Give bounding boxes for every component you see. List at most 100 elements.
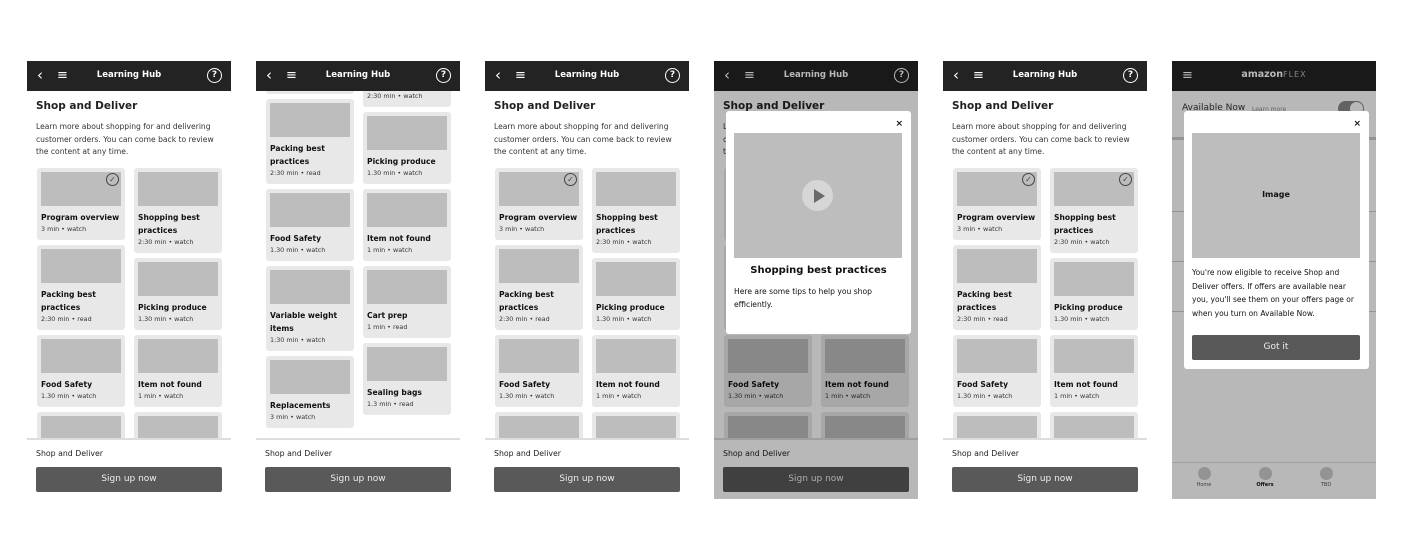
lesson-meta: 1.30 min • watch bbox=[957, 392, 1013, 400]
lesson-card[interactable]: Cart prep1 min • read bbox=[363, 266, 451, 338]
lesson-card[interactable]: Packing best practices 2:30 min • read bbox=[266, 99, 354, 184]
lesson-title: Picking produce bbox=[367, 157, 436, 166]
eligibility-modal: × Image You're now eligible to receive Sho… bbox=[1184, 111, 1369, 369]
footer-label: Shop and Deliver bbox=[494, 449, 561, 458]
lesson-card[interactable]: Variable weight items1:30 min • watch bbox=[37, 412, 125, 438]
lesson-title: Packing best practices bbox=[270, 144, 325, 166]
lesson-thumbnail bbox=[270, 270, 350, 304]
help-icon[interactable]: ? bbox=[665, 68, 680, 83]
lesson-meta: 3 min • watch bbox=[957, 225, 1003, 233]
lesson-title: Shopping best practices bbox=[596, 213, 658, 235]
lesson-card[interactable]: ✓ Program overview 3 min • watch bbox=[37, 168, 125, 240]
sign-up-button[interactable]: Sign up now bbox=[494, 467, 680, 492]
header-title: Learning Hub bbox=[96, 70, 162, 80]
lesson-card[interactable]: Packing best practices 2:30 min • read bbox=[37, 245, 125, 330]
lesson-title: Packing best practices bbox=[41, 290, 96, 312]
modal-text: Here are some tips to help you shop effi… bbox=[734, 287, 872, 309]
content-viewport[interactable]: Shop and DeliverLearn more about shoppin… bbox=[943, 91, 1147, 438]
lesson-card[interactable]: Food Safety 1.30 min • watch bbox=[37, 335, 125, 407]
lesson-card[interactable]: Packing best practices 2:30 min • read bbox=[495, 245, 583, 330]
help-icon[interactable]: ? bbox=[1123, 68, 1138, 83]
app-header: ‹ ≡ Learning Hub? bbox=[256, 61, 460, 91]
lesson-thumbnail bbox=[138, 262, 218, 296]
lesson-card[interactable]: ✓ Program overview 3 min • watch bbox=[495, 168, 583, 240]
lesson-title: Food Safety bbox=[499, 380, 551, 389]
content-viewport[interactable]: Shop and DeliverLearn more about shoppin… bbox=[256, 91, 460, 438]
lesson-card[interactable]: Sealing bags 1.3 min • read bbox=[363, 343, 451, 415]
section-description: Learn more about shopping for and delive… bbox=[952, 122, 1130, 156]
app-header: ‹ ≡ Learning Hub? bbox=[943, 61, 1147, 91]
play-icon[interactable] bbox=[802, 180, 833, 211]
lesson-card[interactable]: Food Safety 1.30 min • watch bbox=[266, 189, 354, 261]
sign-up-button[interactable]: Sign up now bbox=[265, 467, 451, 492]
lesson-card[interactable]: Cart prep1 min • read bbox=[592, 412, 680, 438]
lesson-thumbnail bbox=[957, 249, 1037, 283]
sign-up-button[interactable]: Sign up now bbox=[952, 467, 1138, 492]
lesson-meta: 1.30 min • watch bbox=[596, 315, 652, 323]
lesson-card[interactable]: Picking produce 1.30 min • watch bbox=[363, 112, 451, 184]
lesson-card[interactable]: Shopping best practices2:30 min • watch bbox=[592, 168, 680, 253]
lesson-title: Shopping best practices bbox=[1054, 213, 1116, 235]
video-player[interactable] bbox=[734, 133, 902, 258]
phone-screen-4: ‹≡Learning Hub?Shop and DeliverLearn mor… bbox=[714, 61, 918, 499]
help-icon[interactable]: ? bbox=[436, 68, 451, 83]
phone-screen-5: ‹ ≡ Learning Hub? Shop and Deliver Learn mor… bbox=[943, 61, 1147, 499]
lesson-meta: 1 min • read bbox=[367, 323, 408, 331]
lesson-meta: 1 min • watch bbox=[138, 392, 184, 400]
got-it-button[interactable]: Got it bbox=[1192, 335, 1360, 360]
modal-text: You're now eligible to receive Shop and … bbox=[1192, 268, 1354, 318]
lesson-title: Food Safety bbox=[270, 234, 322, 243]
lesson-card[interactable]: Variable weight items1:30 min • watch bbox=[953, 412, 1041, 438]
lesson-title: Shopping best practices bbox=[138, 213, 200, 235]
phone-screen-1: ‹ ≡ Learning Hub? Shop and Deliver Learn mor… bbox=[27, 61, 231, 499]
lesson-card[interactable]: Variable weight items1:30 min • watch bbox=[266, 266, 354, 351]
lesson-meta: 2:30 min • read bbox=[270, 169, 321, 177]
lesson-card[interactable]: Picking produce 1.30 min • watch bbox=[1050, 258, 1138, 330]
video-modal: × Shopping best practices Here are some ti… bbox=[726, 111, 911, 334]
lesson-thumbnail bbox=[41, 416, 121, 438]
lesson-meta: 1 min • watch bbox=[596, 392, 642, 400]
lesson-card[interactable]: Cart prep1 min • read bbox=[134, 412, 222, 438]
footer-label: Shop and Deliver bbox=[952, 449, 1019, 458]
lesson-meta: 1.30 min • watch bbox=[270, 246, 326, 254]
lesson-card[interactable]: Program overview3 min • watch bbox=[266, 91, 354, 94]
lesson-card[interactable]: Picking produce 1.30 min • watch bbox=[134, 258, 222, 330]
section-heading: Shop and Deliver bbox=[494, 100, 596, 112]
footer-label: Shop and Deliver bbox=[265, 449, 332, 458]
lesson-meta: 3 min • watch bbox=[499, 225, 545, 233]
lesson-title: Item not found bbox=[367, 234, 431, 243]
sign-up-button[interactable]: Sign up now bbox=[36, 467, 222, 492]
section-description: Learn more about shopping for and delive… bbox=[494, 122, 672, 156]
lesson-thumbnail bbox=[957, 339, 1037, 373]
lesson-card[interactable]: Item not found 1 min • watch bbox=[363, 189, 451, 261]
close-icon[interactable]: × bbox=[1353, 119, 1361, 129]
lesson-card[interactable]: Food Safety 1.30 min • watch bbox=[953, 335, 1041, 407]
lesson-card[interactable]: Packing best practices 2:30 min • read bbox=[953, 245, 1041, 330]
content-viewport[interactable]: Shop and Deliver Learn more about shoppin… bbox=[485, 91, 689, 438]
content-viewport[interactable]: Shop and DeliverLearn more about shoppin… bbox=[27, 91, 231, 438]
lesson-thumbnail bbox=[270, 193, 350, 227]
phone-screen-6: ≡ amazonFLEX Available Now Learn more Home Of… bbox=[1172, 61, 1376, 499]
lesson-card[interactable]: Shopping best practices2:30 min • watch bbox=[134, 168, 222, 253]
lesson-thumbnail bbox=[41, 249, 121, 283]
lesson-card[interactable]: Variable weight items1:30 min • watch bbox=[495, 412, 583, 438]
lesson-card[interactable]: Shopping best practices2:30 min • watch bbox=[363, 91, 451, 107]
lesson-card[interactable]: Replacements 3 min • watch bbox=[266, 356, 354, 428]
lesson-card[interactable]: ✓ Shopping best practices 2:30 min • watch bbox=[1050, 168, 1138, 253]
lesson-card[interactable]: Cart prep1 min • read bbox=[1050, 412, 1138, 438]
lesson-meta: 1.30 min • watch bbox=[1054, 315, 1110, 323]
lesson-meta: 3 min • watch bbox=[41, 225, 87, 233]
close-icon[interactable]: × bbox=[895, 119, 903, 129]
lesson-card[interactable]: Item not found 1 min • watch bbox=[1050, 335, 1138, 407]
lesson-card[interactable]: ✓ Program overview 3 min • watch bbox=[953, 168, 1041, 240]
completed-check-icon: ✓ bbox=[106, 173, 119, 186]
lesson-card[interactable]: Item not found 1 min • watch bbox=[134, 335, 222, 407]
card-column-right: ✓ Shopping best practices 2:30 min • watch… bbox=[1050, 168, 1138, 438]
lesson-card[interactable]: Food Safety 1.30 min • watch bbox=[495, 335, 583, 407]
help-icon[interactable]: ? bbox=[207, 68, 222, 83]
lesson-card[interactable]: Picking produce 1.30 min • watch bbox=[592, 258, 680, 330]
lesson-title: Food Safety bbox=[957, 380, 1009, 389]
lesson-title: Program overview bbox=[41, 213, 120, 222]
lesson-card[interactable]: Item not found 1 min • watch bbox=[592, 335, 680, 407]
lesson-meta: 2:30 min • read bbox=[41, 315, 92, 323]
